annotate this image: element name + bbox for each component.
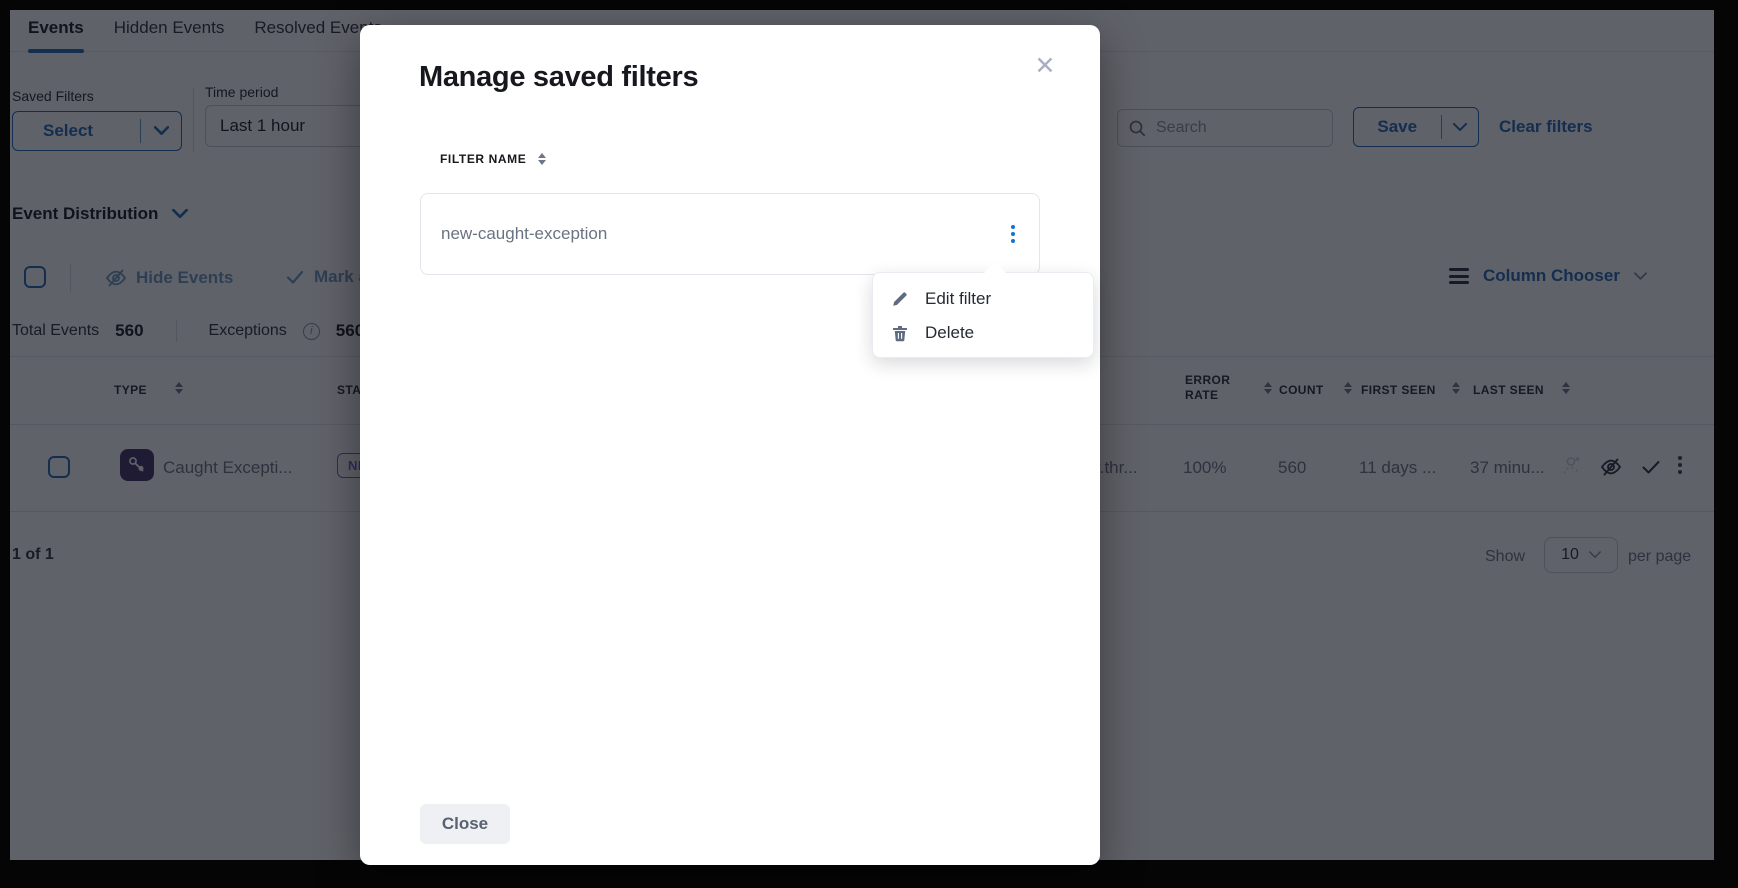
saved-filter-row: new-caught-exception: [421, 194, 1039, 274]
sort-icon[interactable]: [538, 153, 546, 165]
modal-title: Manage saved filters: [419, 61, 698, 94]
delete-filter-menu-item[interactable]: Delete: [873, 316, 1093, 350]
saved-filters-list: new-caught-exception: [420, 193, 1040, 275]
modal-close-button[interactable]: Close: [420, 804, 510, 844]
delete-filter-label: Delete: [925, 323, 974, 343]
edit-filter-label: Edit filter: [925, 289, 991, 309]
filter-name-label: FILTER NAME: [440, 152, 526, 166]
saved-filter-name: new-caught-exception: [441, 224, 607, 244]
app-window: Events Hidden Events Resolved Events Sav…: [0, 0, 1738, 888]
manage-saved-filters-modal: Manage saved filters ✕ FILTER NAME new-c…: [360, 25, 1100, 865]
pencil-icon: [890, 289, 910, 309]
filter-kebab-menu-icon[interactable]: [1011, 225, 1015, 243]
filter-name-header[interactable]: FILTER NAME: [440, 152, 546, 166]
edit-filter-menu-item[interactable]: Edit filter: [873, 282, 1093, 316]
filter-context-menu: Edit filter Delete: [872, 272, 1094, 358]
close-icon[interactable]: ✕: [1028, 49, 1062, 83]
trash-icon: [890, 323, 910, 343]
